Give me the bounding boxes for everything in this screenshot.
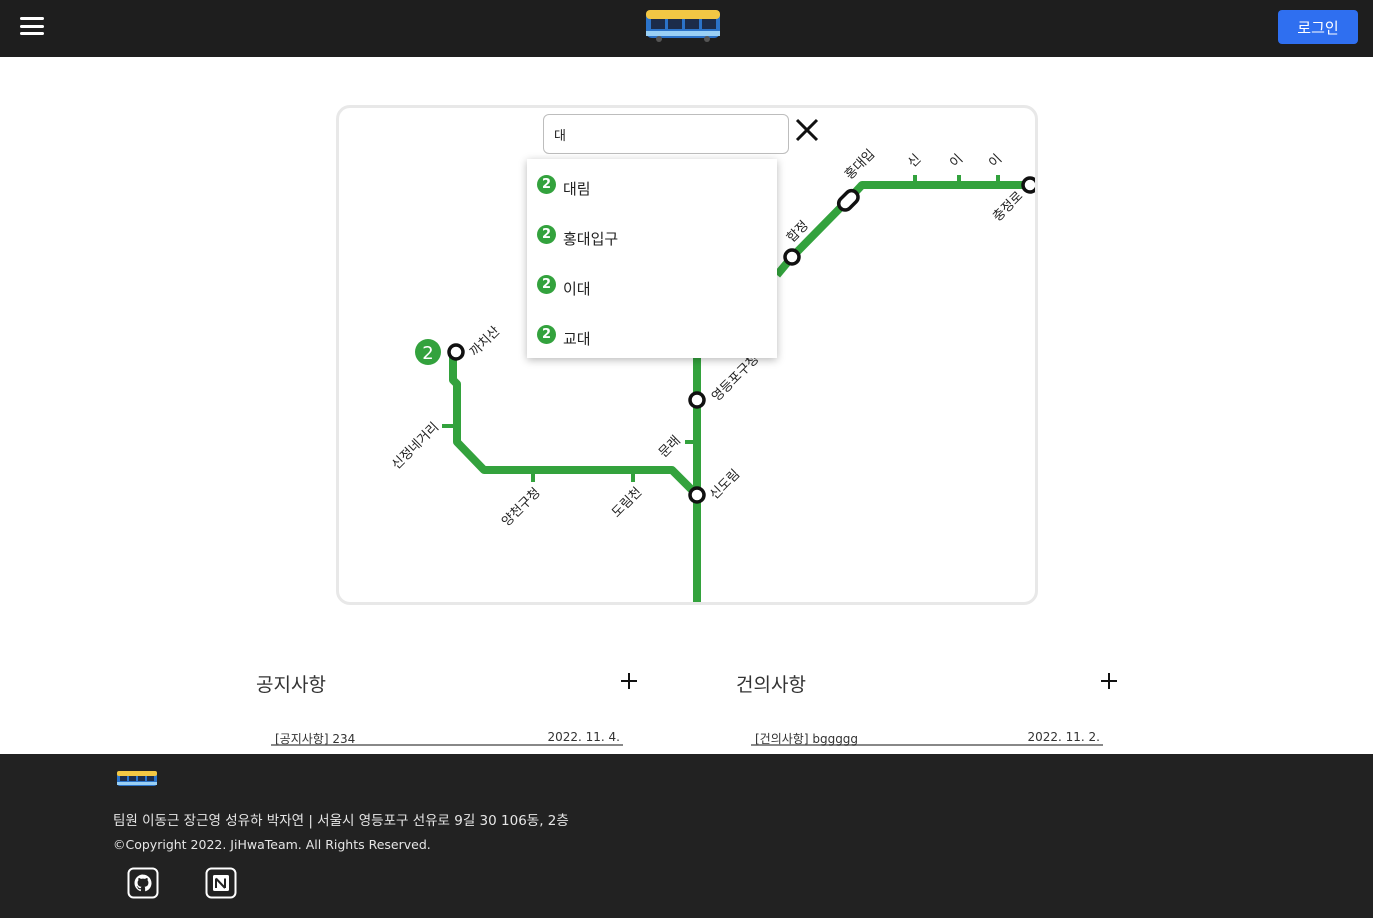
plus-icon[interactable]	[1098, 670, 1120, 692]
search-result-item[interactable]: 2 교대	[527, 309, 777, 359]
station-label: 신도림	[707, 467, 743, 503]
station-label: 문래	[656, 433, 684, 461]
line-2-badge: 2	[537, 325, 556, 344]
line-2-badge: 2	[537, 275, 556, 294]
top-navbar: 로그인	[0, 0, 1373, 57]
line-2-badge: 2	[537, 175, 556, 194]
footer-copyright: ©Copyright 2022. JiHwaTeam. All Rights R…	[113, 837, 431, 852]
station-label: 이	[947, 152, 966, 171]
station-label: 충정로	[990, 189, 1026, 225]
notice-row[interactable]: [공지사항] 234 2022. 11. 4.	[271, 729, 623, 746]
notice-row-date: 2022. 11. 4.	[547, 730, 620, 744]
line-2-badge: 2	[537, 225, 556, 244]
search-result-item[interactable]: 2 이대	[527, 259, 777, 309]
search-results-dropdown: 2 대림 2 홍대입구 2 이대 2 교대	[527, 159, 777, 358]
suggestion-row-date: 2022. 11. 2.	[1027, 730, 1100, 744]
notice-row-title: [공지사항] 234	[275, 732, 356, 746]
subway-train-icon[interactable]	[643, 7, 723, 43]
station-label: 양천구청	[499, 485, 543, 529]
search-result-item[interactable]: 2 대림	[527, 159, 777, 209]
suggestion-row-title: [건의사항] bggggg	[755, 732, 859, 746]
station-label: 신정네거리	[389, 420, 442, 473]
login-button[interactable]: 로그인	[1278, 10, 1358, 44]
suggestion-row[interactable]: [건의사항] bggggg 2022. 11. 2.	[751, 729, 1103, 746]
footer: 팀원 이동근 장근영 성유하 박자연 | 서울시 영등포구 선유로 9길 30 …	[0, 754, 1373, 918]
notice-board-title: 공지사항	[256, 674, 326, 696]
station-label: 이	[986, 152, 1005, 171]
station-label: 까치산	[467, 324, 503, 360]
suggestion-board-title: 건의사항	[736, 674, 806, 696]
github-icon[interactable]	[127, 867, 159, 899]
hamburger-icon[interactable]	[20, 17, 44, 37]
search-result-label: 교대	[563, 330, 591, 348]
search-result-item[interactable]: 2 홍대입구	[527, 209, 777, 259]
line-badge-number: 2	[422, 343, 433, 364]
station-label: 도림천	[609, 485, 645, 521]
station-label: 영등포구청	[709, 352, 762, 405]
plus-icon[interactable]	[618, 670, 640, 692]
search-result-label: 대림	[563, 180, 591, 198]
close-icon[interactable]	[793, 116, 821, 144]
footer-team-info: 팀원 이동근 장근영 성유하 박자연 | 서울시 영등포구 선유로 9길 30 …	[113, 813, 569, 829]
station-label: 홍대입	[842, 147, 878, 183]
station-label: 신	[905, 152, 924, 171]
search-result-label: 홍대입구	[563, 230, 619, 248]
subway-train-icon	[117, 771, 157, 786]
notion-icon[interactable]	[205, 867, 237, 899]
search-result-label: 이대	[563, 280, 591, 298]
station-search-input[interactable]	[543, 114, 789, 154]
